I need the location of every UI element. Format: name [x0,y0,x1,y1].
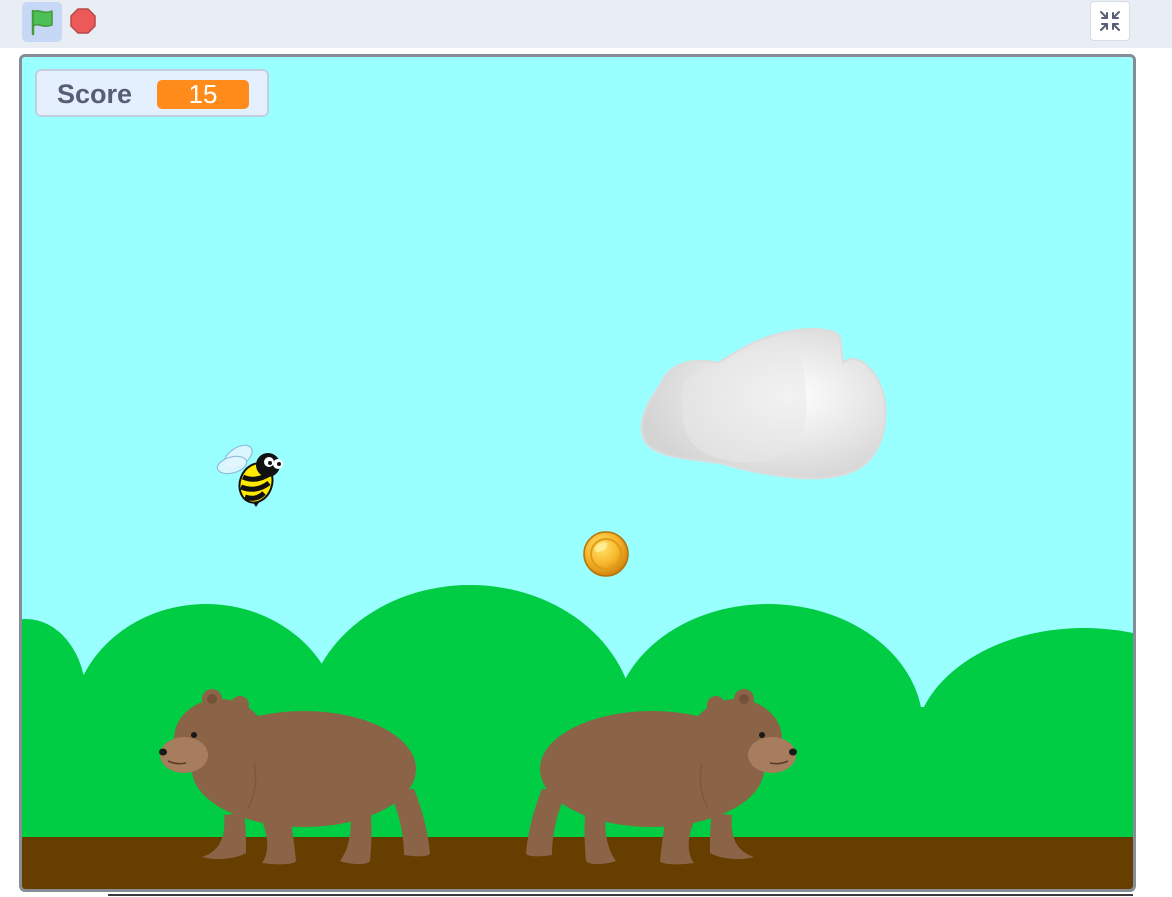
stage[interactable]: Score 15 [22,57,1133,889]
stage-toolbar [0,0,1172,48]
bottom-divider [108,894,1133,896]
bee-sprite[interactable] [216,435,288,511]
score-value: 15 [157,80,249,109]
coin-sprite[interactable] [582,530,630,578]
stage-frame: Score 15 [19,54,1136,892]
bear-sprite-left[interactable] [154,685,434,869]
stop-sign-icon [70,8,96,34]
green-flag-icon [31,9,53,36]
exit-fullscreen-icon [1100,11,1120,31]
score-label: Score [57,79,133,109]
score-monitor: Score 15 [35,69,269,117]
stop-button[interactable] [66,4,100,38]
exit-fullscreen-button[interactable] [1090,1,1130,41]
cloud-sprite[interactable] [640,323,892,483]
bear-sprite-right[interactable] [522,685,802,869]
green-flag-button[interactable] [22,2,62,42]
